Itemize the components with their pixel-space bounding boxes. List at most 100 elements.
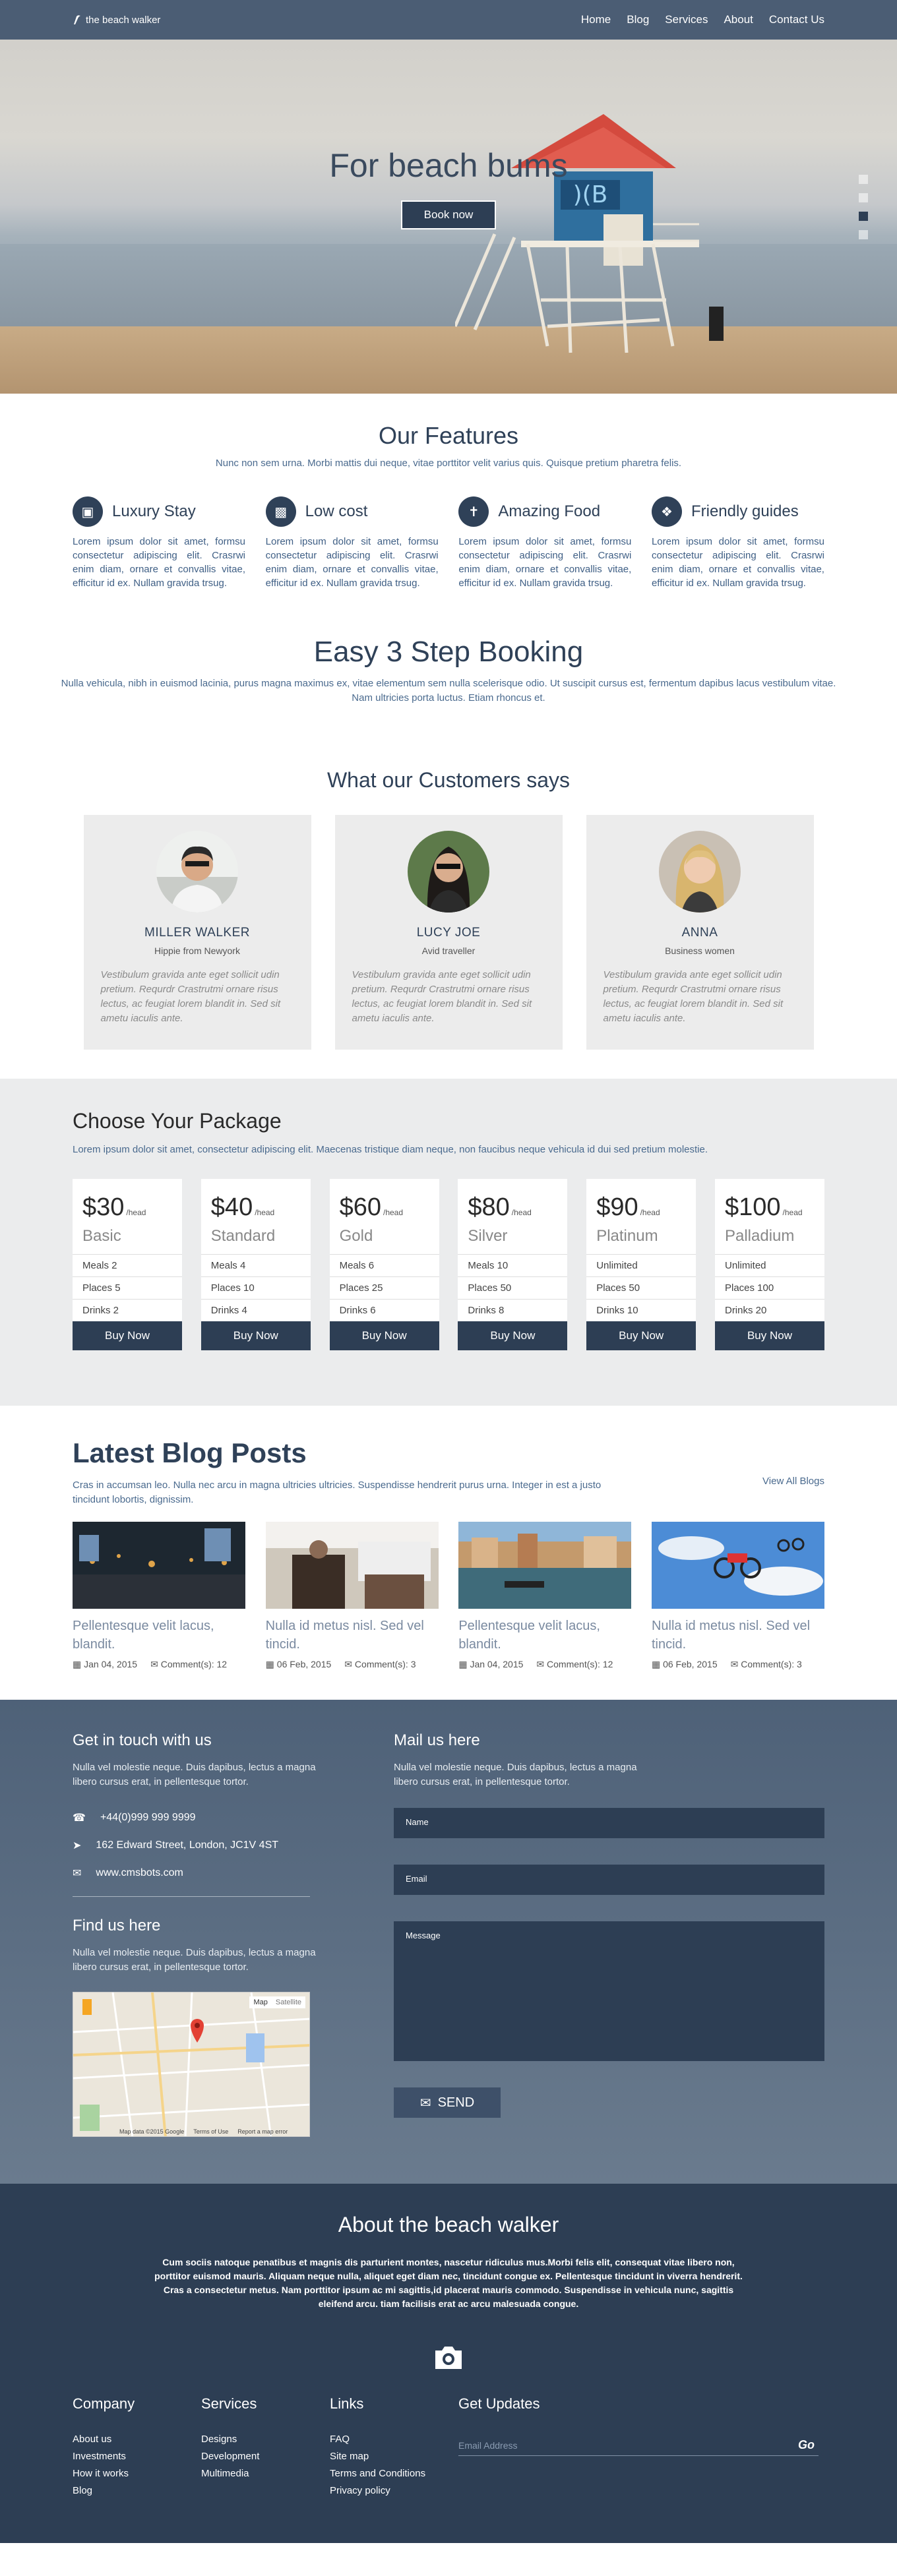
package-name: Gold [339, 1227, 373, 1245]
main-menu: Home Blog Services About Contact Us [581, 13, 824, 26]
send-button[interactable]: ✉ SEND [394, 2087, 501, 2118]
testimonial-role: Avid traveller [421, 945, 476, 956]
mail-us-text: Nulla vel molestie neque. Duis dapibus, … [394, 1762, 637, 1787]
avatar [156, 831, 238, 913]
buy-now-button[interactable]: Buy Now [714, 1321, 824, 1350]
map-report-link[interactable]: Report a map error [237, 2128, 288, 2135]
copyright: © 2015 The beach Walker [717, 2565, 824, 2576]
blog-post-image[interactable] [458, 1522, 632, 1609]
package-name: Palladium [724, 1227, 795, 1245]
package-card-basic: $30/head Basic Meals 2 Places 5 Drinks 2 … [73, 1179, 182, 1350]
blog-post-title[interactable]: Nulla id metus nisl. Sed vel tincid. [266, 1617, 439, 1654]
calendar-icon: ▦ [458, 1659, 470, 1669]
comment-icon: ✉ [536, 1659, 547, 1669]
brand-logo[interactable]: the beach walker [73, 15, 160, 26]
blog-post-image[interactable] [73, 1522, 245, 1609]
money-icon: ▩ [265, 496, 296, 527]
contact-web[interactable]: ✉ www.cmsbots.com [73, 1859, 310, 1887]
buy-now-button[interactable]: Buy Now [329, 1321, 439, 1350]
package-name: Basic [82, 1227, 121, 1245]
google-map[interactable]: Map Satellite Map data ©2015 Google Term… [73, 1992, 310, 2137]
testimonial-name: LUCY JOE [416, 926, 481, 940]
package-drinks: Drinks 20 [714, 1299, 824, 1321]
testimonial-name: ANNA [681, 926, 718, 940]
package-per: /head [383, 1208, 404, 1217]
menu-contact[interactable]: Contact Us [769, 13, 824, 26]
book-now-button[interactable]: Book now [401, 200, 496, 229]
buy-now-button[interactable]: Buy Now [586, 1321, 696, 1350]
message-field[interactable]: Message [394, 1921, 824, 2061]
blog-post[interactable]: Pellentesque velit lacus, blandit. ▦ Jan… [458, 1522, 632, 1670]
find-us-text: Nulla vel molestie neque. Duis dapibus, … [73, 1947, 316, 1973]
calendar-icon: ▦ [265, 1659, 277, 1669]
map-terms-link[interactable]: Terms of Use [193, 2128, 228, 2135]
map-type-satellite[interactable]: Satellite [272, 1996, 305, 2008]
footer-link[interactable]: Development [201, 2448, 330, 2465]
buy-now-button[interactable]: Buy Now [458, 1321, 568, 1350]
blog-post-title[interactable]: Pellentesque velit lacus, blandit. [458, 1617, 631, 1654]
footer-link[interactable]: Privacy policy [330, 2482, 458, 2500]
footer-link[interactable]: Blog [73, 2482, 201, 2500]
slide-dot-3[interactable] [859, 212, 868, 221]
slider-dots [859, 175, 868, 239]
package-meals: Unlimited [586, 1254, 696, 1276]
slide-dot-1[interactable] [859, 175, 868, 184]
blog-post[interactable]: Nulla id metus nisl. Sed vel tincid. ▦ 0… [265, 1522, 439, 1670]
newsletter-email-input[interactable]: Email Address Go [458, 2435, 819, 2456]
footer-company-title: Company [73, 2395, 135, 2412]
blog-post-title[interactable]: Nulla id metus nisl. Sed vel tincid. [652, 1617, 824, 1654]
feature-text: Lorem ipsum dolor sit amet, formsu conse… [73, 536, 245, 589]
package-price: $100 [724, 1193, 781, 1221]
package-places: Places 25 [329, 1276, 439, 1299]
top-navbar: the beach walker Home Blog Services Abou… [0, 0, 897, 40]
slide-dot-2[interactable] [859, 193, 868, 202]
package-meals: Unlimited [714, 1254, 824, 1276]
luggage-icon: ▣ [73, 496, 103, 527]
blog-post-date: ▦ Jan 04, 2015 [458, 1659, 524, 1669]
contact-phone: ☎ +44(0)999 999 9999 [73, 1812, 196, 1824]
blog-post-title[interactable]: Pellentesque velit lacus, blandit. [73, 1617, 245, 1654]
view-all-blogs-link[interactable]: View All Blogs [762, 1476, 824, 1487]
contact-text: Nulla vel molestie neque. Duis dapibus, … [73, 1762, 316, 1787]
blog-post-image[interactable] [651, 1522, 824, 1609]
footer-link[interactable]: About us [73, 2431, 201, 2448]
blog-post-date: ▦ 06 Feb, 2015 [651, 1659, 718, 1669]
menu-blog[interactable]: Blog [627, 13, 649, 26]
booking-text: Nulla vehicula, nibh in euismod lacinia,… [61, 678, 836, 704]
blog-post-comments: ✉ Comment(s): 3 [344, 1659, 416, 1669]
name-field[interactable]: Name [394, 1808, 824, 1838]
feature-title: Friendly guides [691, 502, 799, 520]
packages-subtitle: Lorem ipsum dolor sit amet, consectetur … [73, 1144, 708, 1155]
footer-link[interactable]: Multimedia [201, 2465, 330, 2482]
footer: About the beach walker Cum sociis natoqu… [0, 2184, 897, 2576]
buy-now-button[interactable]: Buy Now [73, 1321, 182, 1350]
package-per: /head [511, 1208, 532, 1217]
feature-title: Amazing Food [498, 502, 601, 520]
feature-low-cost: ▩ Low cost Lorem ipsum dolor sit amet, fo… [265, 496, 439, 590]
feature-text: Lorem ipsum dolor sit amet, formsu conse… [458, 536, 632, 589]
package-drinks: Drinks 8 [458, 1299, 568, 1321]
newsletter-go-button[interactable]: Go [798, 2438, 815, 2452]
email-field[interactable]: Email [394, 1865, 824, 1895]
footer-link[interactable]: FAQ [330, 2431, 458, 2448]
blog-post[interactable]: Nulla id metus nisl. Sed vel tincid. ▦ 0… [651, 1522, 824, 1670]
menu-services[interactable]: Services [665, 13, 708, 26]
testimonial-role: Business women [665, 945, 735, 956]
footer-services-title: Services [201, 2395, 257, 2412]
footer-link[interactable]: Site map [330, 2448, 458, 2465]
blog-post[interactable]: Pellentesque velit lacus, blandit. ▦ Jan… [73, 1522, 245, 1670]
find-us-title: Find us here [73, 1917, 161, 1934]
map-type-map[interactable]: Map [249, 1996, 271, 2008]
footer-link[interactable]: Terms and Conditions [330, 2465, 458, 2482]
package-card-platinum: $90/head Platinum Unlimited Places 50 Dri… [586, 1179, 696, 1350]
blog-post-image[interactable] [265, 1522, 439, 1609]
buy-now-button[interactable]: Buy Now [201, 1321, 311, 1350]
footer-link[interactable]: Designs [201, 2431, 330, 2448]
menu-about[interactable]: About [724, 13, 753, 26]
slide-dot-4[interactable] [859, 230, 868, 239]
footer-link[interactable]: Investments [73, 2448, 201, 2465]
footer-link[interactable]: How it works [73, 2465, 201, 2482]
menu-home[interactable]: Home [581, 13, 611, 26]
contact-section: Get in touch with us Nulla vel molestie … [0, 1700, 897, 2184]
package-price: $60 [339, 1193, 381, 1221]
